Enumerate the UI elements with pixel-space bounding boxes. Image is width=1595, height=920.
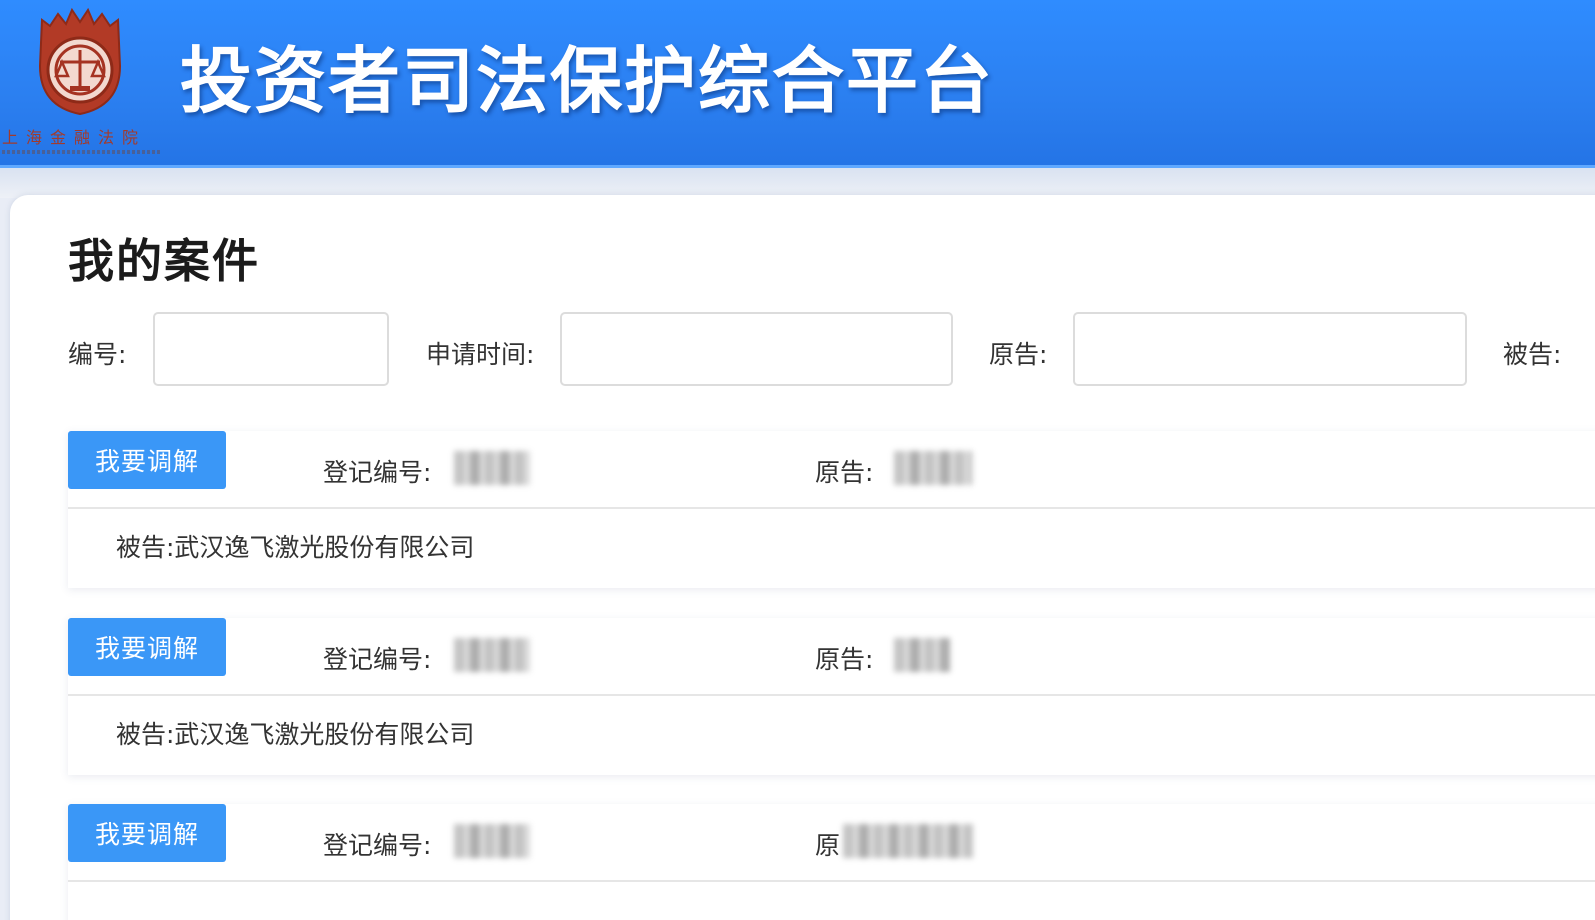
court-name-text: 上海金融法院 <box>2 128 147 147</box>
case-card-header: 我要调解 登记编号: 原告: <box>68 618 1595 696</box>
plaintiff-redacted <box>894 638 950 672</box>
case-card: 我要调解 登记编号: 原告: 被告:武汉逸飞激光股份有限公司 <box>68 431 1595 588</box>
court-emblem-icon <box>38 7 122 116</box>
case-card: 我要调解 登记编号: 原 <box>68 804 1595 920</box>
defendant-text: 被告:武汉逸飞激光股份有限公司 <box>116 720 475 749</box>
filter-plaintiff-input[interactable] <box>1073 312 1467 386</box>
plaintiff-redacted <box>894 451 972 485</box>
app-title: 投资者司法保护综合平台 <box>180 39 995 123</box>
registration-number-redacted <box>454 824 530 858</box>
registration-number-label: 登记编号: <box>323 645 432 674</box>
registration-number-label: 登记编号: <box>323 831 432 860</box>
filter-number-input[interactable] <box>153 312 389 386</box>
case-card-header: 我要调解 登记编号: 原告: <box>68 431 1595 509</box>
filter-defendant-label: 被告: <box>1503 340 1562 369</box>
registration-number-redacted <box>454 451 530 485</box>
filter-plaintiff-label: 原告: <box>989 340 1048 369</box>
registration-number-redacted <box>454 638 530 672</box>
top-header: 上海金融法院 投资者司法保护综合平台 <box>0 0 1595 168</box>
filter-apply-time-label: 申请时间: <box>426 340 535 369</box>
plaintiff-label: 原 <box>815 831 841 860</box>
filter-number-label: 编号: <box>68 340 127 369</box>
mediate-button[interactable]: 我要调解 <box>68 804 226 862</box>
case-card: 我要调解 登记编号: 原告: 被告:武汉逸飞激光股份有限公司 <box>68 618 1595 775</box>
case-card-header: 我要调解 登记编号: 原 <box>68 804 1595 882</box>
cases-panel: 我的案件 编号: 申请时间: 原告: 被告: 我要调解 登记编号: 原告: 被告… <box>10 195 1595 920</box>
filter-apply-time-input[interactable] <box>560 312 953 386</box>
mediate-button[interactable]: 我要调解 <box>68 618 226 676</box>
court-english-name <box>2 150 160 154</box>
court-logo: 上海金融法院 <box>0 6 160 156</box>
plaintiff-redacted <box>843 824 973 858</box>
mediate-button[interactable]: 我要调解 <box>68 431 226 489</box>
plaintiff-label: 原告: <box>815 458 874 487</box>
header-shadow-band <box>0 168 1595 198</box>
page-title: 我的案件 <box>68 234 260 288</box>
registration-number-label: 登记编号: <box>323 458 432 487</box>
page: 上海金融法院 投资者司法保护综合平台 我的案件 编号: 申请时间: 原告: 被告… <box>0 0 1595 920</box>
plaintiff-label: 原告: <box>815 645 874 674</box>
defendant-text: 被告:武汉逸飞激光股份有限公司 <box>116 533 475 562</box>
